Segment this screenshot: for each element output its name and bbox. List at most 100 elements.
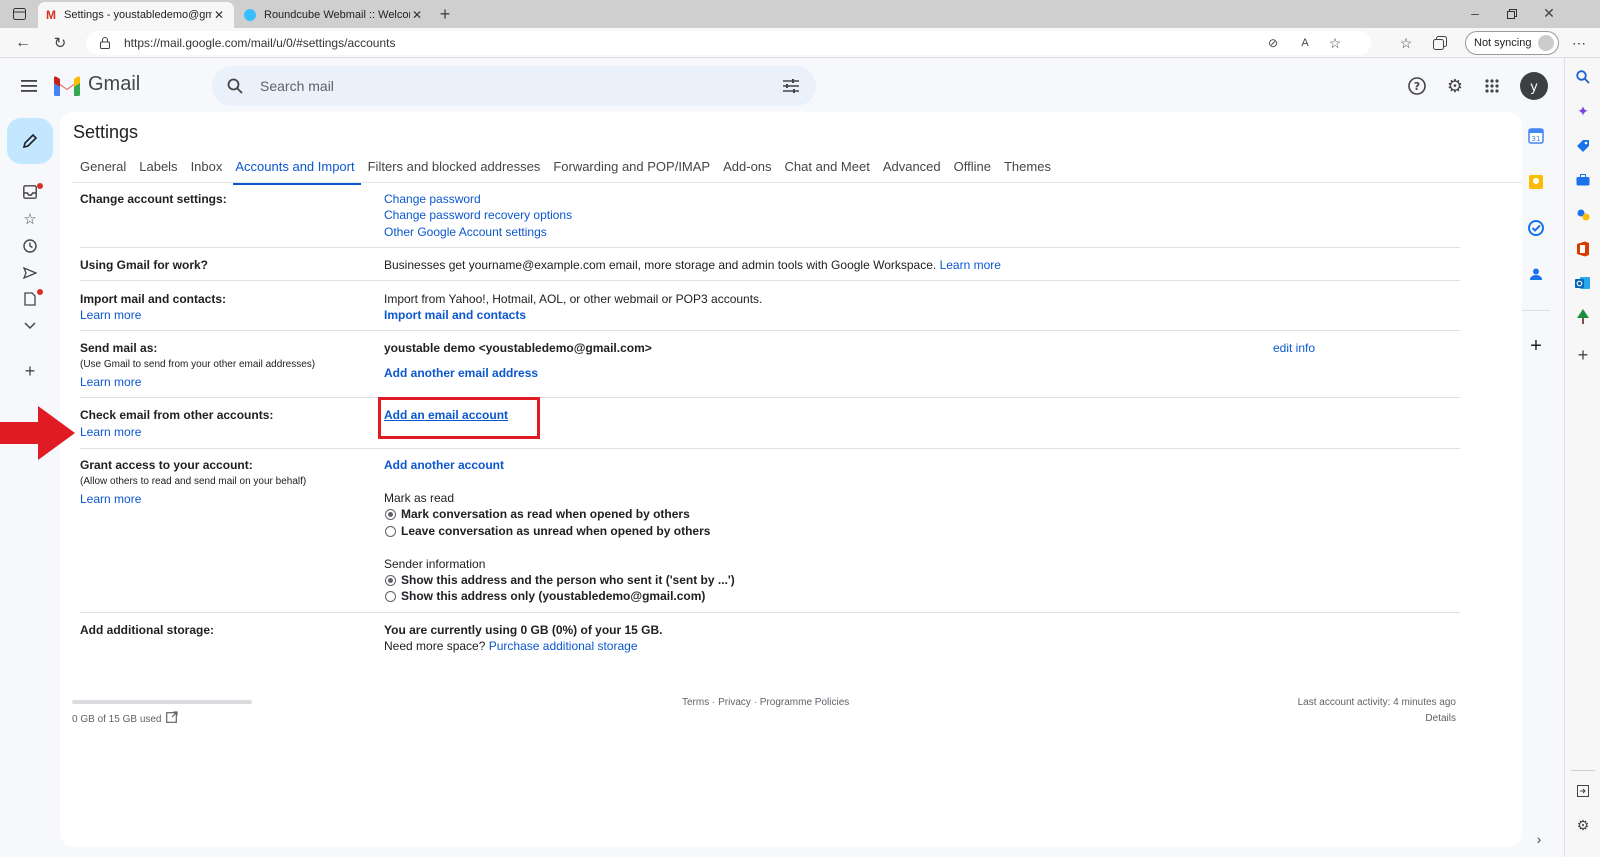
new-tab-icon[interactable]: + — [436, 4, 454, 24]
contacts-icon[interactable] — [1526, 264, 1546, 284]
workspace-learn-more-link[interactable]: Learn more — [940, 258, 1001, 272]
check-email-learn-more-link[interactable]: Learn more — [80, 425, 141, 439]
sender-info-title: Sender information — [384, 557, 486, 571]
tab-actions-icon[interactable] — [10, 5, 28, 23]
sent-by-radio[interactable] — [385, 575, 396, 586]
last-activity-text: Last account activity: 4 minutes ago — [1297, 697, 1456, 708]
minimize-icon[interactable]: – — [1466, 4, 1484, 22]
google-account-settings-link[interactable]: Other Google Account settings — [384, 225, 547, 239]
search-options-icon[interactable] — [782, 77, 800, 95]
read-aloud-icon[interactable]: A — [1296, 34, 1314, 52]
sidebar-settings-gear-icon[interactable]: ⚙ — [1574, 816, 1592, 834]
main-menu-icon[interactable] — [20, 77, 38, 95]
storage-used-text[interactable]: 0 GB of 15 GB used — [72, 714, 162, 725]
change-password-link[interactable]: Change password — [384, 192, 481, 206]
avatar-letter: y — [1530, 78, 1538, 94]
mark-read-option[interactable]: Mark conversation as read when opened by… — [401, 507, 690, 521]
row-divider — [80, 330, 1460, 331]
expand-side-panel-chevron-icon[interactable]: › — [1530, 830, 1548, 848]
lock-icon[interactable] — [96, 34, 114, 52]
import-learn-more-link[interactable]: Learn more — [80, 308, 141, 322]
grant-access-learn-more-link[interactable]: Learn more — [80, 492, 141, 506]
mark-as-read-title: Mark as read — [384, 491, 455, 505]
add-favorite-icon[interactable]: ☆ — [1326, 34, 1344, 52]
games-icon[interactable] — [1574, 206, 1592, 224]
edge-sidebar: ✦ + ⚙ — [1564, 58, 1600, 857]
tab-title: Roundcube Webmail :: Welcome — [264, 9, 410, 21]
row-divider — [80, 612, 1460, 613]
address-bar[interactable]: https://mail.google.com/mail/u/0/#settin… — [86, 31, 1371, 55]
url-text: https://mail.google.com/mail/u/0/#settin… — [124, 36, 396, 50]
tools-briefcase-icon[interactable] — [1574, 171, 1592, 189]
gmail-for-work-text: Businesses get yourname@example.com emai… — [384, 258, 1001, 272]
settings-gear-icon[interactable]: ⚙ — [1446, 76, 1464, 96]
leave-unread-option[interactable]: Leave conversation as unread when opened… — [401, 524, 710, 538]
gmail-favicon-icon: M — [46, 8, 56, 22]
edge-add-plus-icon[interactable]: + — [1574, 345, 1592, 365]
reading-view-icon[interactable]: ⊘ — [1264, 34, 1282, 52]
refresh-icon[interactable]: ↻ — [51, 34, 69, 52]
more-labels-chevron-down-icon[interactable] — [21, 317, 39, 335]
more-icon[interactable]: ⋯ — [1570, 34, 1588, 52]
add-another-email-link[interactable]: Add another email address — [384, 366, 538, 380]
close-tab-icon[interactable]: ✕ — [212, 8, 226, 22]
close-tab-icon[interactable]: ✕ — [410, 8, 424, 22]
leave-unread-radio[interactable] — [385, 526, 396, 537]
restore-icon[interactable] — [1503, 5, 1521, 23]
edge-search-icon[interactable] — [1574, 68, 1592, 86]
copilot-icon[interactable]: ✦ — [1574, 102, 1592, 120]
add-another-account-link[interactable]: Add another account — [384, 458, 504, 472]
pencil-icon — [22, 133, 38, 149]
send-as-learn-more-link[interactable]: Learn more — [80, 375, 141, 389]
tasks-icon[interactable] — [1526, 218, 1546, 238]
inbox-unread-dot — [37, 183, 43, 189]
edit-info-link[interactable]: edit info — [1273, 341, 1315, 355]
account-avatar[interactable]: y — [1520, 72, 1548, 100]
get-addons-plus-icon[interactable]: + — [1526, 335, 1546, 357]
create-label-plus-icon[interactable]: + — [21, 361, 39, 381]
sync-button[interactable]: Not syncing — [1465, 31, 1559, 55]
browser-tab-strip: M Settings - youstabledemo@gma ✕ Roundcu… — [0, 0, 1600, 28]
gmail-header: Gmail Search mail ? ⚙ y — [0, 58, 1564, 114]
office-icon[interactable] — [1574, 240, 1592, 258]
back-icon[interactable]: ← — [14, 34, 32, 52]
search-input[interactable]: Search mail — [260, 78, 334, 94]
policies-links[interactable]: Terms · Privacy · Programme Policies — [682, 697, 849, 708]
calendar-icon[interactable]: 31 — [1526, 126, 1546, 146]
sent-by-option[interactable]: Show this address and the person who sen… — [401, 573, 735, 587]
collections-icon[interactable] — [1431, 34, 1449, 52]
browser-tab-roundcube[interactable]: Roundcube Webmail :: Welcome ✕ — [236, 2, 432, 28]
external-link-icon[interactable] — [166, 711, 178, 723]
change-recovery-link[interactable]: Change password recovery options — [384, 208, 572, 222]
google-apps-icon[interactable] — [1483, 77, 1501, 95]
keep-icon[interactable] — [1526, 172, 1546, 192]
search-icon[interactable] — [226, 77, 244, 95]
details-link[interactable]: Details — [1425, 713, 1456, 724]
purchase-storage-link[interactable]: Purchase additional storage — [489, 639, 638, 653]
browser-tab-gmail[interactable]: M Settings - youstabledemo@gma ✕ — [38, 2, 234, 28]
starred-icon[interactable]: ☆ — [21, 210, 39, 228]
sent-icon[interactable] — [21, 264, 39, 282]
address-only-radio[interactable] — [385, 591, 396, 602]
search-bar[interactable]: Search mail — [212, 66, 816, 106]
svg-text:31: 31 — [1532, 135, 1541, 143]
svg-text:?: ? — [1414, 80, 1420, 93]
outlook-icon[interactable] — [1574, 274, 1592, 292]
help-icon[interactable]: ? — [1408, 77, 1426, 95]
highlight-box — [378, 397, 540, 439]
mark-read-radio[interactable] — [385, 509, 396, 520]
close-window-icon[interactable]: ✕ — [1540, 4, 1558, 22]
gmail-logo-icon[interactable] — [54, 76, 80, 96]
favorites-icon[interactable]: ☆ — [1397, 34, 1415, 52]
row-divider — [80, 397, 1460, 398]
send-mail-as-sublabel: (Use Gmail to send from your other email… — [80, 359, 316, 370]
snoozed-icon[interactable] — [21, 237, 39, 255]
tree-icon[interactable] — [1574, 308, 1592, 326]
edge-sidebar-divider — [1571, 770, 1595, 771]
hide-sidebar-icon[interactable] — [1574, 782, 1592, 800]
address-only-option[interactable]: Show this address only (youstabledemo@gm… — [401, 589, 705, 603]
compose-button[interactable] — [7, 118, 53, 164]
import-mail-contacts-link[interactable]: Import mail and contacts — [384, 308, 526, 322]
shopping-tag-icon[interactable] — [1574, 137, 1592, 155]
storage-usage-text: You are currently using 0 GB (0%) of you… — [384, 623, 663, 637]
